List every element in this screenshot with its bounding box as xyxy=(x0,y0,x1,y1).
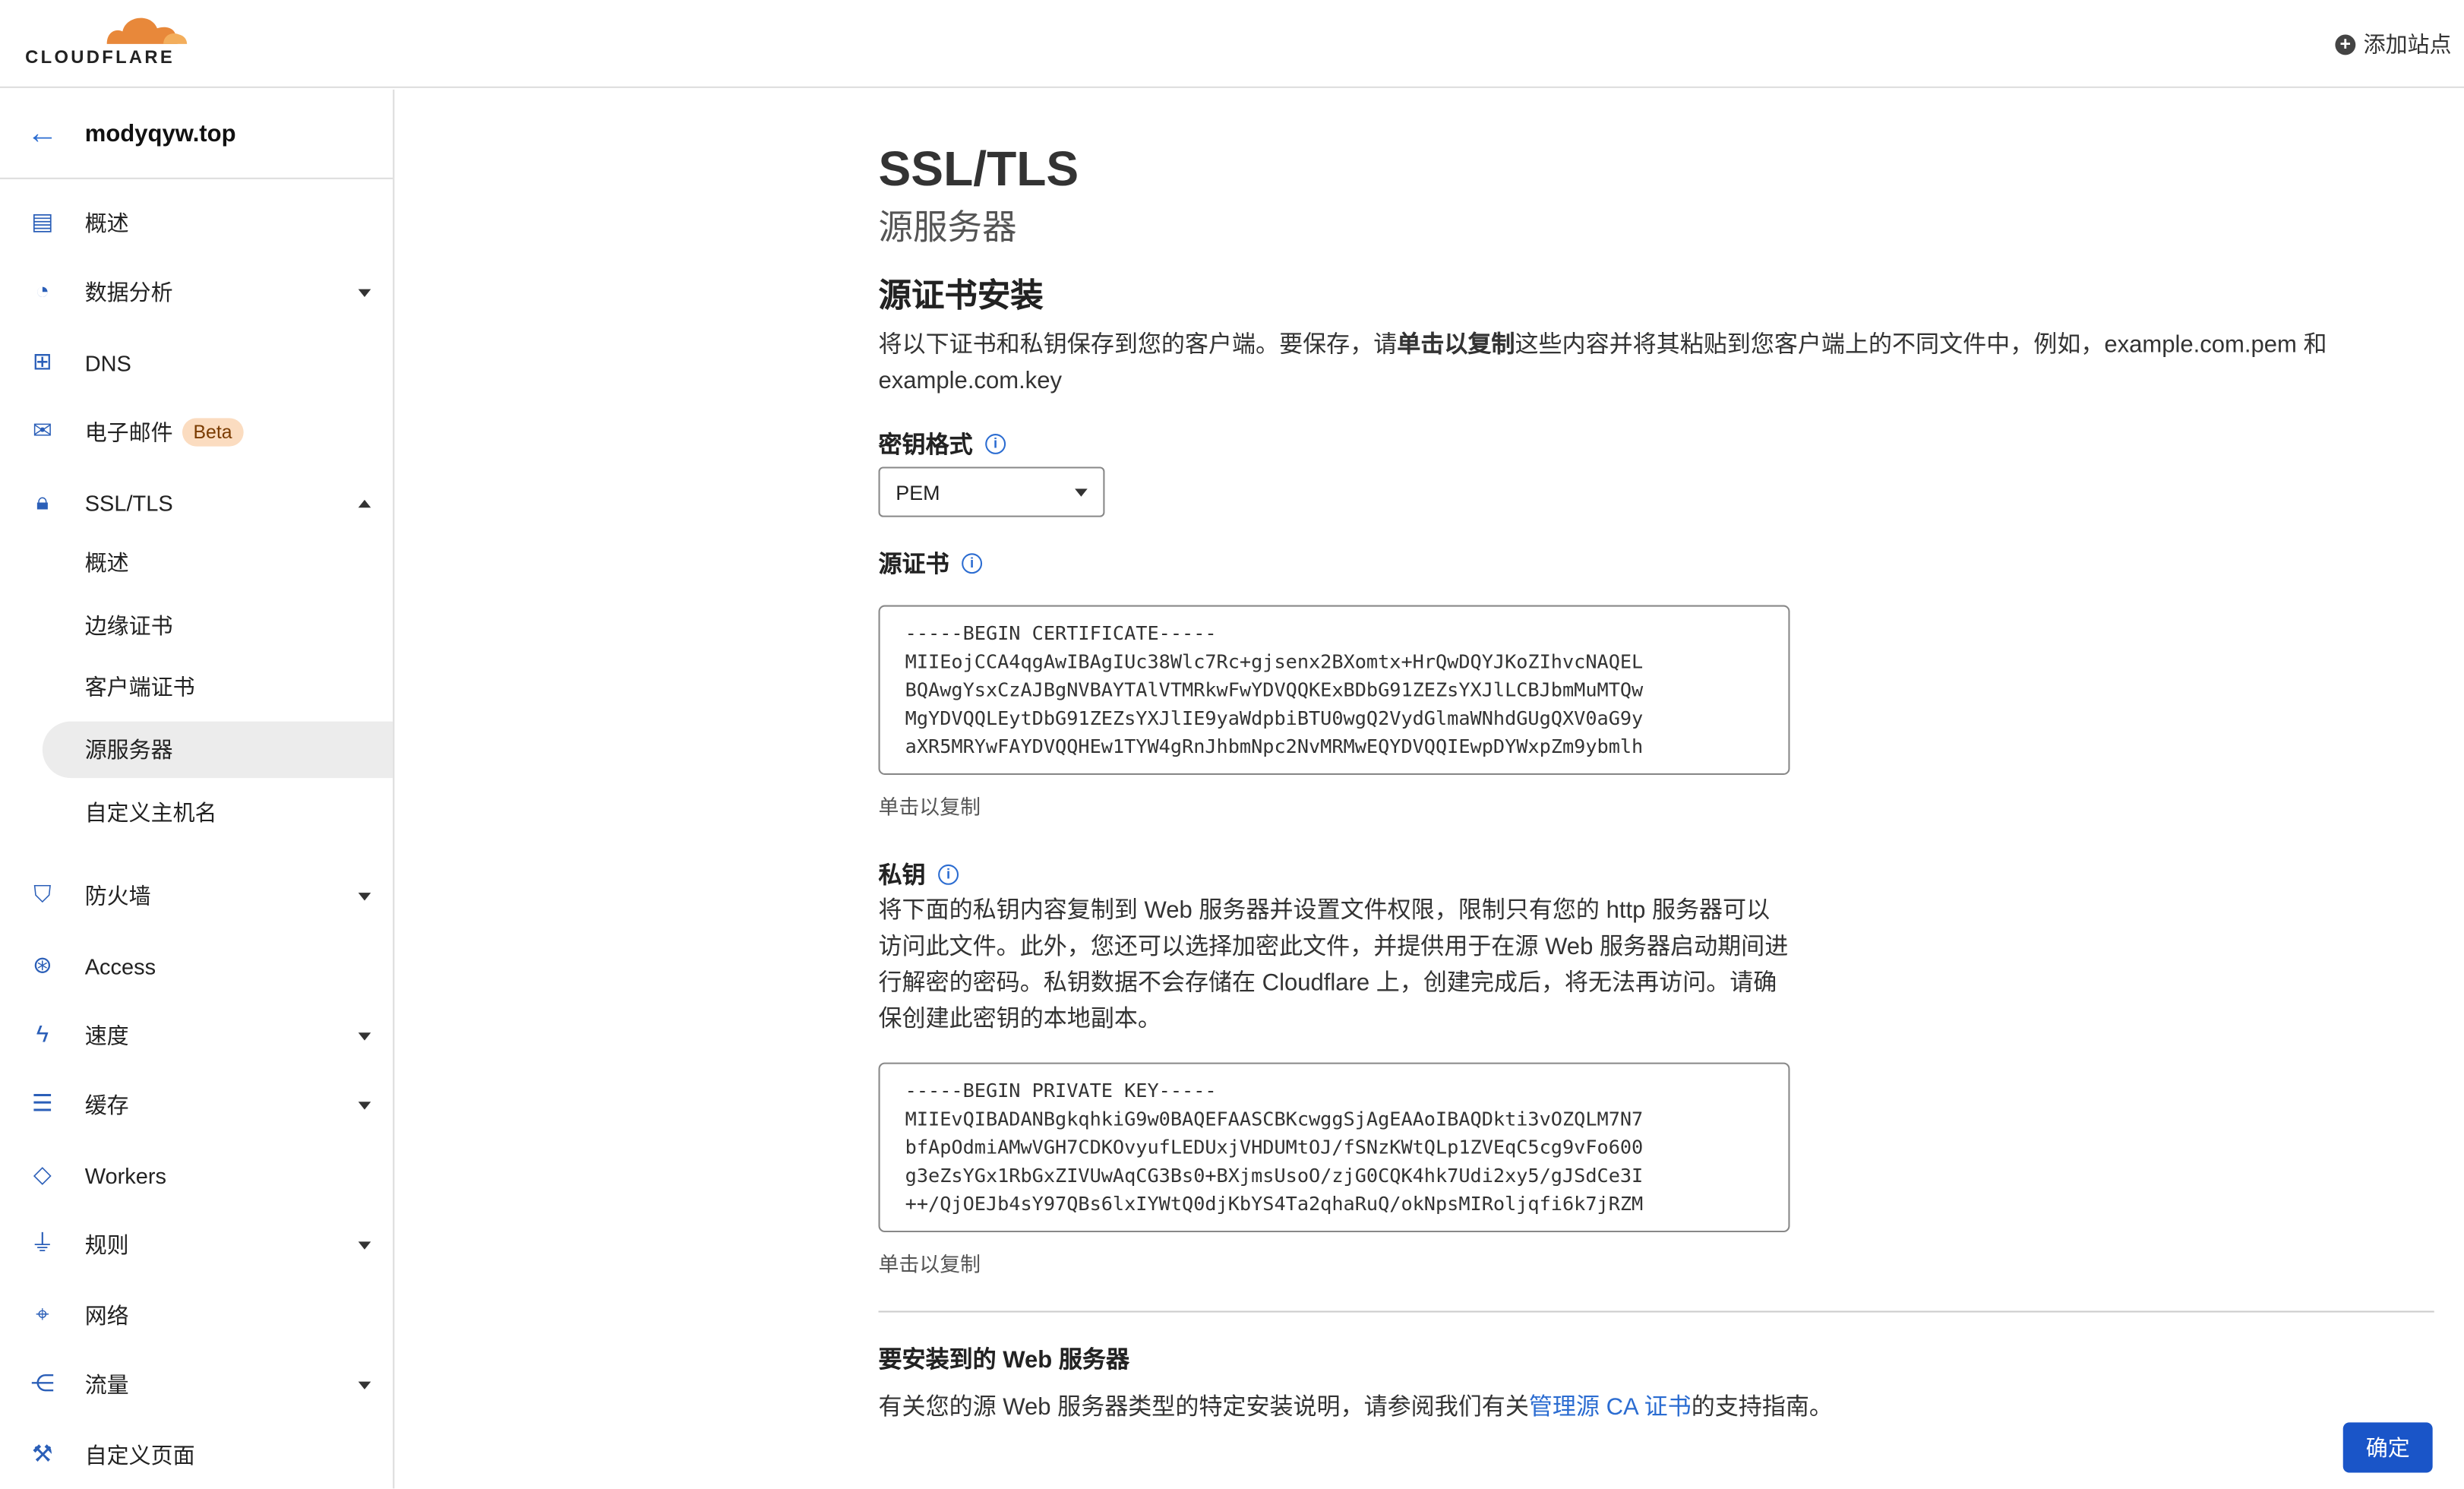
clipboard-icon: ▤ xyxy=(31,209,54,236)
ssl-subitem-0[interactable]: 概述 xyxy=(0,534,393,590)
sidebar-item-6[interactable]: ⊛ Access xyxy=(0,938,393,994)
plus-circle-icon: + xyxy=(2335,33,2356,55)
chevron-down-icon[interactable] xyxy=(358,1032,371,1040)
ssl-subitem-2[interactable]: 客户端证书 xyxy=(0,659,393,715)
wrench-icon: ⚒ xyxy=(31,1441,53,1468)
copy-hint: 单击以复制 xyxy=(878,1252,981,1276)
add-site-label: 添加站点 xyxy=(2363,31,2452,57)
workers-icon: ◇ xyxy=(33,1161,52,1189)
add-site-button[interactable]: + 添加站点 xyxy=(2335,28,2451,59)
location-pin-icon: ⌖ xyxy=(36,1301,49,1329)
page-subtitle: 源服务器 xyxy=(878,207,1017,247)
sidebar-item-label: 速度 xyxy=(84,1023,129,1048)
ssl-subitem-1[interactable]: 边缘证书 xyxy=(0,597,393,653)
chevron-down-icon[interactable] xyxy=(358,892,371,900)
copy-hint: 单击以复制 xyxy=(878,795,981,819)
info-icon[interactable]: i xyxy=(938,864,959,885)
brand-name: CLOUDFLARE xyxy=(25,49,175,68)
sidebar-item-label: 规则 xyxy=(84,1232,129,1258)
chevron-up-icon[interactable] xyxy=(358,498,371,507)
sidebar-subitem-label: 客户端证书 xyxy=(84,674,195,700)
desc-text: 有关您的源 Web 服务器类型的特定安装说明，请参阅我们有关 xyxy=(878,1394,1529,1421)
sidebar-item-label: SSL/TLS xyxy=(84,490,173,516)
sidebar-item-label: 流量 xyxy=(84,1372,129,1398)
back-arrow-icon[interactable]: ← xyxy=(27,115,85,152)
chevron-down-icon[interactable] xyxy=(358,1380,371,1389)
sidebar-item-8[interactable]: ☰ 缓存 xyxy=(0,1076,393,1133)
private-key-textarea[interactable]: -----BEGIN PRIVATE KEY----- MIIEvQIBADAN… xyxy=(878,1062,1790,1233)
sidebar-item-13[interactable]: ⚒ 自定义页面 xyxy=(0,1427,393,1484)
lightning-icon: ϟ xyxy=(36,1021,49,1048)
info-icon[interactable]: i xyxy=(985,434,1006,454)
cert-label: 源证书 i xyxy=(879,547,983,580)
sidebar-item-10[interactable]: ⏚ 规则 xyxy=(0,1216,393,1272)
chevron-down-icon[interactable] xyxy=(358,288,371,296)
sidebar-item-11[interactable]: ⌖ 网络 xyxy=(0,1287,393,1343)
page-title: SSL/TLS xyxy=(878,141,1079,197)
sidebar-item-label: DNS xyxy=(84,350,131,376)
sidebar-item-0[interactable]: ▤ 概述 xyxy=(0,195,393,251)
desc-bold: 单击以复制 xyxy=(1397,331,1515,359)
sidebar-item-4[interactable]: 🔒︎ SSL/TLS xyxy=(0,475,393,531)
section-title: 源证书安装 xyxy=(878,278,1044,315)
desc-text: 将以下证书和私钥保存到您的客户端。要保存，请 xyxy=(878,331,1398,359)
sidebar-item-label: 自定义页面 xyxy=(84,1443,195,1468)
divider xyxy=(878,1310,2434,1313)
traffic-icon: ⋲ xyxy=(30,1370,55,1398)
network-icon: ⊞ xyxy=(32,349,52,376)
sidebar-item-label: 数据分析 xyxy=(84,280,173,305)
filter-icon: ⏚ xyxy=(30,1230,55,1258)
private-key-description: 将下面的私钥内容复制到 Web 服务器并设置文件权限，限制只有您的 http 服… xyxy=(878,897,1789,1033)
cloudflare-logo[interactable]: CLOUDFLARE xyxy=(25,9,188,72)
sidebar-item-7[interactable]: ϟ 速度 xyxy=(0,1007,393,1064)
pie-chart-icon: ◔ xyxy=(35,278,50,305)
sidebar-item-1[interactable]: ◔ 数据分析 xyxy=(0,264,393,321)
sidebar-item-3[interactable]: ✉ 电子邮件 Beta xyxy=(0,404,393,460)
sidebar-item-label: Workers xyxy=(84,1162,167,1189)
mail-icon: ✉ xyxy=(32,418,52,445)
lock-icon: 🔒︎ xyxy=(36,488,49,516)
access-icon: ⊛ xyxy=(32,952,52,979)
sidebar-item-5[interactable]: ⛉ 防火墙 xyxy=(0,868,393,924)
sidebar-item-label: Access xyxy=(84,953,156,979)
sidebar-item-label: 防火墙 xyxy=(84,883,151,909)
private-key-label: 私钥 i xyxy=(879,858,959,891)
install-description: 将以下证书和私钥保存到您的客户端。要保存，请单击以复制这些内容并将其粘贴到您客户… xyxy=(879,327,2419,399)
web-server-description: 有关您的源 Web 服务器类型的特定安装说明，请参阅我们有关管理源 CA 证书的… xyxy=(879,1389,1833,1422)
ssl-subitem-4[interactable]: 自定义主机名 xyxy=(0,784,393,840)
ssl-subitem-3[interactable]: 源服务器 xyxy=(42,721,393,779)
sidebar-subitem-label: 边缘证书 xyxy=(84,612,173,638)
sidebar-item-12[interactable]: ⋲ 流量 xyxy=(0,1356,393,1412)
zone-name: modyqyw.top xyxy=(84,120,236,147)
sidebar-subitem-label: 概述 xyxy=(84,550,129,576)
storage-icon: ☰ xyxy=(31,1090,53,1118)
web-server-title: 要安装到的 Web 服务器 xyxy=(878,1347,1129,1374)
chevron-down-icon[interactable] xyxy=(358,1241,371,1249)
ok-button[interactable]: 确定 xyxy=(2342,1422,2433,1473)
chevron-down-icon xyxy=(1075,488,1088,497)
manage-origin-ca-link[interactable]: 管理源 CA 证书 xyxy=(1529,1394,1692,1421)
sidebar-item-9[interactable]: ◇ Workers xyxy=(0,1147,393,1203)
label-text: 密钥格式 xyxy=(878,432,973,460)
chevron-down-icon[interactable] xyxy=(358,1101,371,1109)
top-bar: CLOUDFLARE + 添加站点 xyxy=(0,0,2464,88)
sidebar-item-label: 网络 xyxy=(84,1303,129,1329)
sidebar-subitem-label: 自定义主机名 xyxy=(84,800,217,826)
label-text: 私钥 xyxy=(878,862,926,890)
key-format-select[interactable]: PEM xyxy=(878,466,1105,517)
select-value: PEM xyxy=(896,481,940,505)
key-format-label: 密钥格式 i xyxy=(879,428,1006,460)
sidebar-subitem-label: 源服务器 xyxy=(84,737,173,763)
shield-icon: ⛉ xyxy=(33,881,52,909)
sidebar-item-label: 概述 xyxy=(84,210,129,236)
zone-header: ← modyqyw.top xyxy=(0,90,393,179)
beta-badge: Beta xyxy=(182,418,244,447)
info-icon[interactable]: i xyxy=(962,553,983,574)
label-text: 源证书 xyxy=(878,552,949,579)
certificate-textarea[interactable]: -----BEGIN CERTIFICATE----- MIIEojCCA4qg… xyxy=(878,605,1790,775)
sidebar-item-label: 缓存 xyxy=(84,1092,129,1118)
desc-text: 的支持指南。 xyxy=(1691,1394,1833,1421)
sidebar-item-label: 电子邮件 xyxy=(84,419,173,445)
sidebar-item-2[interactable]: ⊞ DNS xyxy=(0,335,393,391)
